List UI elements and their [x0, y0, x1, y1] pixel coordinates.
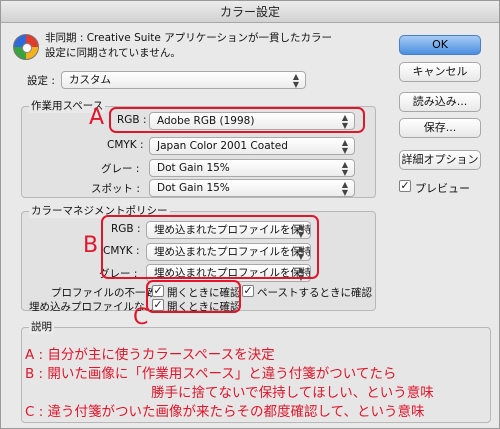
annotation-box-c [146, 280, 241, 313]
select-arrows-icon: ▲ ▼ [292, 72, 299, 89]
ws-spot-value: Dot Gain 15% [157, 182, 230, 194]
annotation-box-b [101, 215, 319, 279]
mismatch-paste-checkbox[interactable]: ✓ [242, 285, 254, 297]
save-button[interactable]: 保存... [399, 118, 481, 138]
sync-status-icon [13, 34, 39, 60]
advanced-options-button[interactable]: 詳細オプション [399, 150, 481, 170]
ws-cmyk-select[interactable]: Japan Color 2001 Coated ▲ ▼ [149, 137, 355, 155]
ws-gray-value: Dot Gain 15% [157, 162, 230, 174]
select-arrows-icon: ▲ ▼ [341, 138, 348, 155]
annotation-box-a [109, 107, 365, 133]
annotation-note-a: A : 自分が主に使うカラースペースを決定 [25, 347, 275, 363]
window-title: カラー設定 [1, 1, 499, 23]
sync-status-line1: 非同期 : Creative Suite アプリケーションが一貫したカラー [45, 32, 333, 44]
select-arrows-icon: ▲ ▼ [341, 180, 348, 197]
description-title: 説明 [29, 319, 54, 334]
preview-checkbox[interactable]: ✓ [399, 180, 411, 192]
select-arrows-icon: ▲ ▼ [341, 160, 348, 177]
settings-select-value: カスタム [69, 74, 111, 86]
sync-status-text: 非同期 : Creative Suite アプリケーションが一貫したカラー 設定… [45, 31, 345, 61]
load-button[interactable]: 読み込み... [399, 92, 481, 112]
annotation-letter-c: C [133, 305, 149, 330]
annotation-note-b2: 勝手に捨てないで保持してほしい、という意味 [151, 385, 434, 401]
mismatch-paste-label: ペーストするときに確認 [257, 287, 372, 299]
settings-label: 設定 : [27, 75, 55, 87]
cancel-button[interactable]: キャンセル [399, 62, 481, 82]
ws-spot-select[interactable]: Dot Gain 15% ▲ ▼ [149, 179, 355, 197]
annotation-note-c: C : 違う付箋がついた画像が来たらその都度確認して、という意味 [25, 404, 425, 420]
preview-label: プレビュー [415, 182, 470, 195]
annotation-letter-a: A [89, 105, 105, 130]
annotation-letter-b: B [83, 233, 99, 258]
ws-gray-label: グレー : [101, 163, 140, 175]
annotation-note-b1: B : 開いた画像に「作業用スペース」と違う付箋がついてたら [25, 366, 397, 382]
ws-gray-select[interactable]: Dot Gain 15% ▲ ▼ [149, 159, 355, 177]
ws-spot-label: スポット : [91, 183, 140, 195]
ok-button[interactable]: OK [399, 35, 481, 55]
ws-cmyk-value: Japan Color 2001 Coated [157, 140, 288, 152]
color-settings-window: カラー設定 非同期 : Creative Suite アプリケーションが一貫した… [0, 0, 500, 429]
settings-select[interactable]: カスタム ▲ ▼ [61, 71, 306, 89]
ws-cmyk-label: CMYK : [107, 139, 144, 151]
sync-status-line2: 設定に同期されていません。 [45, 47, 181, 59]
